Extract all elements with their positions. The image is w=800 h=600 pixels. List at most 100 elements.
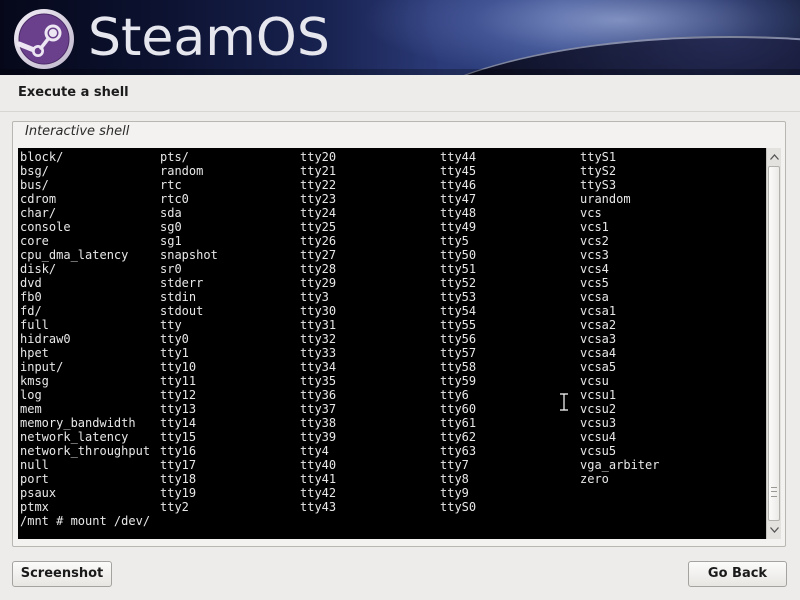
terminal-entry: tty29 xyxy=(300,276,337,290)
scroll-up-button[interactable] xyxy=(767,149,781,164)
terminal-entry: tty7 xyxy=(440,458,469,472)
terminal-entry: vcs2 xyxy=(580,234,609,248)
terminal-entry: stdin xyxy=(160,290,197,304)
terminal-entry: disk/ xyxy=(20,262,57,276)
terminal-line: mem tty13 tty37 tty60 vcsu2 xyxy=(20,402,760,416)
terminal-entry: memory_bandwidth xyxy=(20,416,136,430)
go-back-button[interactable]: Go Back xyxy=(688,561,787,587)
terminal-entry: hidraw0 xyxy=(20,332,71,346)
terminal-entry: kmsg xyxy=(20,374,49,388)
terminal-line: memory_bandwidth tty14 tty38 tty61 vcsu3 xyxy=(20,416,760,430)
terminal-entry: ttyS0 xyxy=(440,500,477,514)
chevron-down-icon xyxy=(769,526,779,533)
terminal-entry: tty16 xyxy=(160,444,197,458)
title-divider xyxy=(0,111,800,112)
terminal-entry: tty34 xyxy=(300,360,337,374)
terminal-entry: vcsu5 xyxy=(580,444,617,458)
terminal-entry: tty33 xyxy=(300,346,337,360)
terminal-entry: vcsa xyxy=(580,290,609,304)
terminal-entry: tty54 xyxy=(440,304,477,318)
terminal-entry: tty56 xyxy=(440,332,477,346)
terminal-line: console sg0 tty25 tty49 vcs1 xyxy=(20,220,760,234)
terminal-line: bus/rtc tty22 tty46 ttyS3 xyxy=(20,178,760,192)
terminal-entry: bsg/ xyxy=(20,164,49,178)
terminal-line: network_throughput tty16 tty4 tty63 vcsu5 xyxy=(20,444,760,458)
terminal-entry: block/ xyxy=(20,150,64,164)
terminal-entry: vcs xyxy=(580,206,602,220)
terminal-entry: tty49 xyxy=(440,220,477,234)
terminal-entry: tty45 xyxy=(440,164,477,178)
terminal-entry: tty xyxy=(160,318,182,332)
terminal-entry: core xyxy=(20,234,49,248)
terminal-entry: tty35 xyxy=(300,374,337,388)
terminal-entry: vcs4 xyxy=(580,262,609,276)
terminal-entry: tty8 xyxy=(440,472,469,486)
terminal-line: block/pts/tty20 tty44 ttyS1 xyxy=(20,150,760,164)
terminal-line: hpet tty1 tty33 tty57 vcsa4 xyxy=(20,346,760,360)
terminal-entry: tty18 xyxy=(160,472,197,486)
terminal-line: null tty17 tty40 tty7 vga_arbiter xyxy=(20,458,760,472)
terminal-entry: dvd xyxy=(20,276,42,290)
terminal-entry: tty10 xyxy=(160,360,197,374)
terminal-line: log tty12 tty36 tty6 vcsu1 xyxy=(20,388,760,402)
terminal-entry: urandom xyxy=(580,192,631,206)
terminal-entry: tty15 xyxy=(160,430,197,444)
terminal-entry: tty51 xyxy=(440,262,477,276)
terminal-entry: tty52 xyxy=(440,276,477,290)
terminal-entry: tty12 xyxy=(160,388,197,402)
terminal-entry: ptmx xyxy=(20,500,49,514)
terminal-entry: tty28 xyxy=(300,262,337,276)
terminal-entry: rtc0 xyxy=(160,192,189,206)
terminal-entry: tty20 xyxy=(300,150,337,164)
terminal-line: hidraw0 tty0 tty32 tty56 vcsa3 xyxy=(20,332,760,346)
terminal-entry: tty61 xyxy=(440,416,477,430)
terminal-line: ptmx tty2 tty43 ttyS0 xyxy=(20,500,760,514)
terminal-entry: ttyS1 xyxy=(580,150,617,164)
terminal-entry: stdout xyxy=(160,304,204,318)
terminal-entry: tty43 xyxy=(300,500,337,514)
terminal-entry: tty41 xyxy=(300,472,337,486)
chevron-up-icon xyxy=(769,153,779,160)
screenshot-button[interactable]: Screenshot xyxy=(12,561,112,587)
terminal-entry: tty39 xyxy=(300,430,337,444)
terminal-entry: vcsa4 xyxy=(580,346,617,360)
terminal-entry: tty3 xyxy=(300,290,329,304)
terminal-prompt[interactable]: /mnt # mount /dev/ xyxy=(20,514,150,528)
terminal-entry: vcsu1 xyxy=(580,388,617,402)
terminal-entry: tty23 xyxy=(300,192,337,206)
terminal-entry: tty27 xyxy=(300,248,337,262)
terminal-entry: pts/ xyxy=(160,150,189,164)
terminal-entry: tty62 xyxy=(440,430,477,444)
terminal-scrollbar[interactable] xyxy=(766,148,781,539)
terminal-entry: tty0 xyxy=(160,332,189,346)
terminal-entry: tty44 xyxy=(440,150,477,164)
terminal-entry: vcsu4 xyxy=(580,430,617,444)
terminal-entry: tty5 xyxy=(440,234,469,248)
scroll-down-button[interactable] xyxy=(767,522,781,537)
terminal-entry: null xyxy=(20,458,49,472)
terminal-entry: tty38 xyxy=(300,416,337,430)
terminal-entry: network_latency xyxy=(20,430,129,444)
terminal-entry: char/ xyxy=(20,206,57,220)
terminal-line: char/sda tty24 tty48 vcs xyxy=(20,206,760,220)
terminal-entry: vcs5 xyxy=(580,276,609,290)
terminal-entry: ttyS3 xyxy=(580,178,617,192)
terminal-entry: rtc xyxy=(160,178,182,192)
terminal-entry: tty46 xyxy=(440,178,477,192)
terminal-entry: tty40 xyxy=(300,458,337,472)
text-cursor-icon xyxy=(560,393,568,411)
scrollbar-thumb[interactable] xyxy=(768,166,780,521)
terminal-entry: tty30 xyxy=(300,304,337,318)
terminal-entry: tty9 xyxy=(440,486,469,500)
terminal-entry: hpet xyxy=(20,346,49,360)
terminal-entry: tty42 xyxy=(300,486,337,500)
terminal-entry: vcsa3 xyxy=(580,332,617,346)
terminal-entry: cpu_dma_latency xyxy=(20,248,129,262)
terminal-output[interactable]: ptmx tty2 tty43 ttyS0 psaux tty19 tty42 tty9 por… xyxy=(18,148,766,539)
terminal-entry: tty47 xyxy=(440,192,477,206)
terminal-entry: sda xyxy=(160,206,182,220)
terminal-entry: tty50 xyxy=(440,248,477,262)
terminal-entry: tty6 xyxy=(440,388,469,402)
terminal-entry: sg1 xyxy=(160,234,182,248)
terminal-entry: tty32 xyxy=(300,332,337,346)
